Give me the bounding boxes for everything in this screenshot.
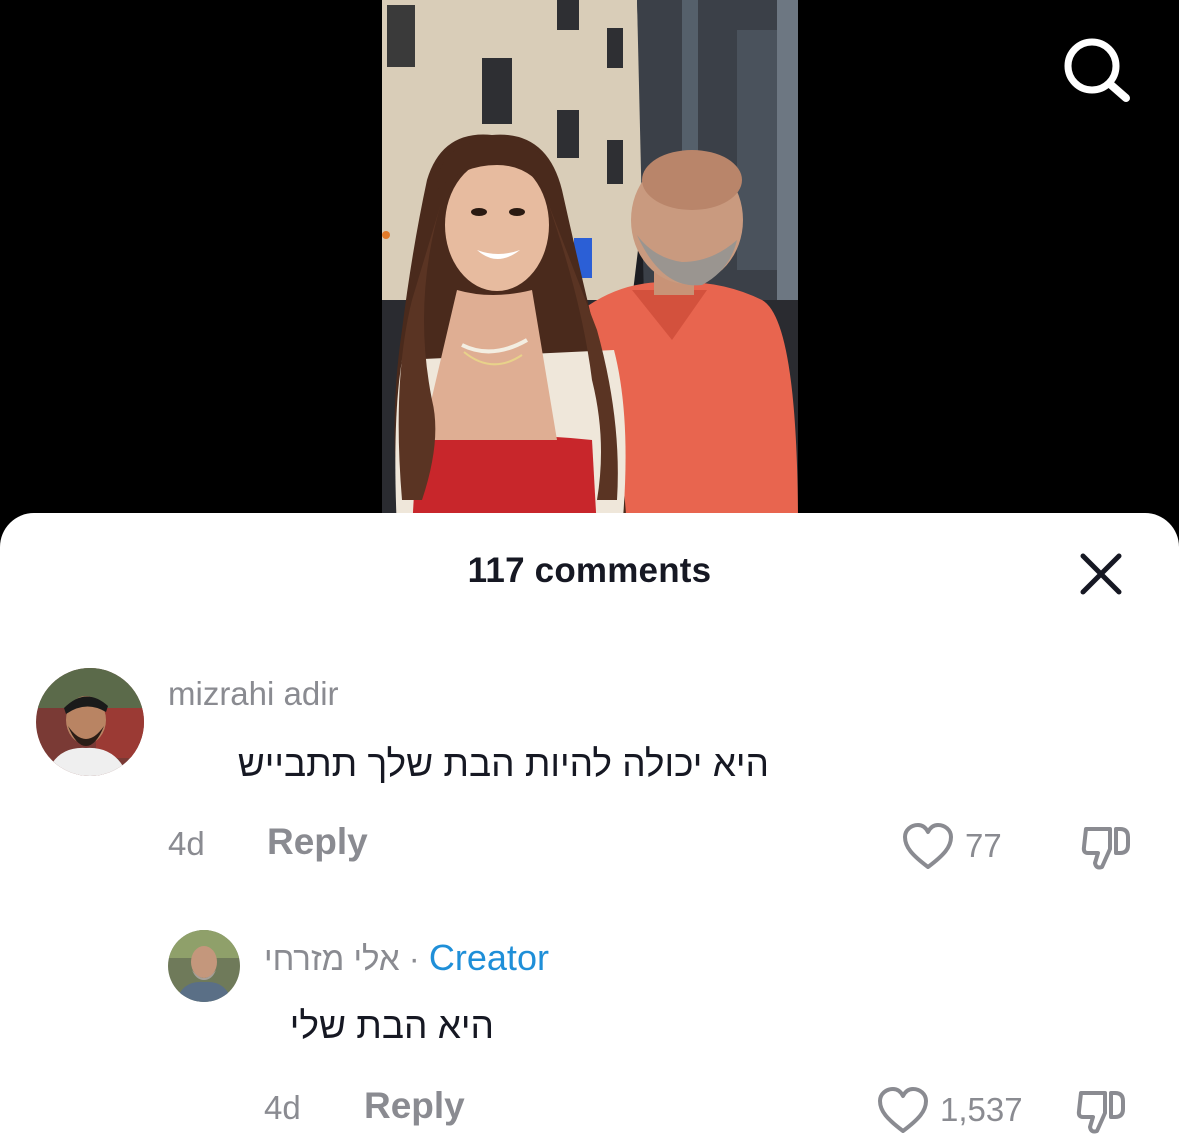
like-count: 1,537 — [940, 1091, 1023, 1128]
dislike-icon — [1076, 1091, 1125, 1134]
like-button[interactable] — [877, 1087, 929, 1135]
avatar-image — [168, 930, 240, 1002]
close-icon — [1080, 553, 1122, 595]
comment-text: היא יכולה להיות הבת שלך תתבייש — [237, 743, 769, 784]
reply-username[interactable]: אלי מזרחי — [264, 940, 400, 977]
video-player[interactable] — [382, 0, 798, 530]
reply-time: 4d — [264, 1089, 301, 1126]
search-button[interactable] — [1058, 34, 1134, 104]
dislike-icon — [1081, 827, 1130, 870]
comment-item: mizrahi adir היא יכולה להיות הבת שלך תתב… — [0, 663, 1179, 883]
avatar-image — [36, 668, 144, 776]
reply-item: אלי מזרחי · Creator היא הבת שלי 4d Reply… — [0, 925, 1179, 1144]
reply-username-line: אלי מזרחי · Creator — [264, 937, 549, 979]
heart-icon — [878, 1087, 928, 1133]
video-frame-image — [382, 0, 798, 530]
comment-time: 4d — [168, 825, 205, 862]
comments-count-title: 117 comments — [467, 551, 712, 590]
reply-button[interactable]: Reply — [364, 1085, 465, 1127]
like-button[interactable] — [902, 823, 954, 871]
separator-dot: · — [408, 940, 420, 977]
reply-text: היא הבת שלי — [289, 1005, 494, 1046]
close-button[interactable] — [1078, 551, 1124, 597]
dislike-button[interactable] — [1075, 1087, 1127, 1137]
comments-sheet: 117 comments mizrahi adir היא יכולה להיו… — [0, 513, 1179, 1144]
avatar[interactable] — [36, 668, 144, 776]
heart-icon — [903, 823, 953, 869]
like-count: 77 — [965, 827, 1002, 864]
comment-username[interactable]: mizrahi adir — [168, 675, 339, 713]
creator-badge: Creator — [428, 937, 549, 978]
avatar[interactable] — [168, 930, 240, 1002]
tiktok-video-screen: 117 comments mizrahi adir היא יכולה להיו… — [0, 0, 1179, 1144]
reply-button[interactable]: Reply — [267, 821, 368, 863]
search-icon — [1064, 38, 1130, 102]
dislike-button[interactable] — [1080, 823, 1132, 873]
